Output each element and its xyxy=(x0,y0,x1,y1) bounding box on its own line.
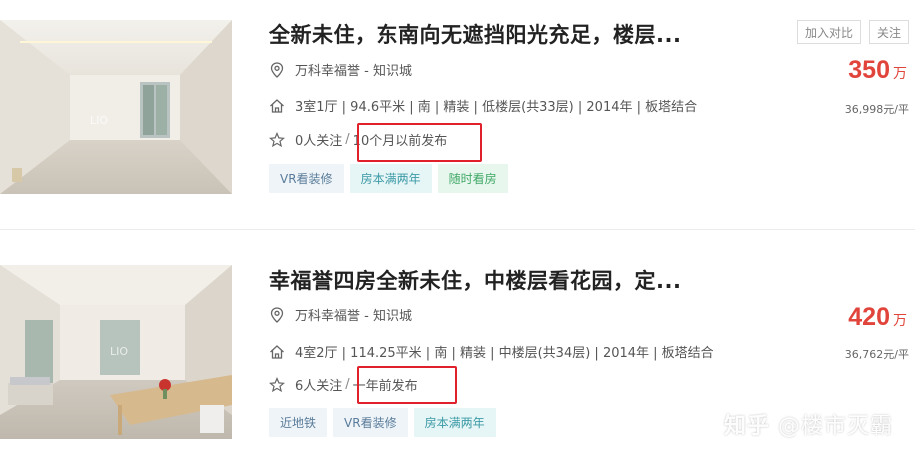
house-info-row: 3室1厅 | 94.6平米 | 南 | 精装 | 低楼层(共33层) | 201… xyxy=(269,96,697,115)
house-icon xyxy=(269,344,285,360)
svg-text:LIO: LIO xyxy=(90,114,108,127)
action-buttons: 加入对比 关注 xyxy=(796,20,909,44)
house-icon xyxy=(269,98,285,114)
community-link[interactable]: 万科幸福誉 - 知识城 xyxy=(295,305,412,324)
listing-photo-2[interactable]: LIO xyxy=(0,265,232,439)
highlight-box xyxy=(357,123,482,162)
price-value: 350 xyxy=(848,56,890,84)
unit-price: 36,998元/平 xyxy=(844,103,909,116)
price-unit: 万 xyxy=(893,313,907,329)
tag-vr: VR看装修 xyxy=(269,164,344,193)
follow-button[interactable]: 关注 xyxy=(868,20,909,44)
price-value: 420 xyxy=(848,303,890,331)
tag-tax-free: 房本满两年 xyxy=(349,164,432,193)
zhihu-logo: 知乎 xyxy=(723,414,770,439)
listing-card-1[interactable]: LIO 全新未住，东南向无遮挡阳光充足，楼层... 万科幸福誉 - 知识城 3室… xyxy=(0,0,915,225)
tag-vr: VR看装修 xyxy=(333,408,408,437)
separator: / xyxy=(345,132,350,147)
community-link[interactable]: 万科幸福誉 - 知识城 xyxy=(295,60,412,79)
follower-count: 0人关注 xyxy=(295,134,343,149)
star-icon xyxy=(269,131,285,148)
tag-tax-free: 房本满两年 xyxy=(413,408,496,437)
zhihu-watermark: 知乎 @楼市灭霸 xyxy=(724,408,893,440)
house-info-row: 4室2厅 | 114.25平米 | 南 | 精装 | 中楼层(共34层) | 2… xyxy=(269,342,714,361)
tag-near-subway: 近地铁 xyxy=(269,408,328,437)
tag-list: VR看装修 房本满两年 随时看房 xyxy=(269,164,508,193)
total-price: 420 万 xyxy=(848,303,907,332)
listing-photo-1[interactable]: LIO xyxy=(0,20,232,194)
tag-visit-anytime: 随时看房 xyxy=(437,164,508,193)
listing-title[interactable]: 幸福誉四房全新未住，中楼层看花园，定... xyxy=(269,265,681,295)
price-unit: 万 xyxy=(893,66,907,82)
listing-title[interactable]: 全新未住，东南向无遮挡阳光充足，楼层... xyxy=(269,19,681,49)
divider xyxy=(0,229,915,230)
house-info-text: 4室2厅 | 114.25平米 | 南 | 精装 | 中楼层(共34层) | 2… xyxy=(295,346,714,361)
watermark-account: @楼市灭霸 xyxy=(777,414,893,439)
separator: / xyxy=(345,377,350,392)
tag-list: 近地铁 VR看装修 房本满两年 xyxy=(269,408,496,437)
total-price: 350 万 xyxy=(848,56,907,85)
highlight-box xyxy=(357,366,457,404)
follower-count: 6人关注 xyxy=(295,379,343,394)
location-pin-icon xyxy=(269,61,285,78)
unit-price: 36,762元/平 xyxy=(844,348,909,361)
svg-text:LIO: LIO xyxy=(110,345,128,358)
star-icon xyxy=(269,376,285,393)
community-row: 万科幸福誉 - 知识城 xyxy=(269,60,412,79)
house-info-text: 3室1厅 | 94.6平米 | 南 | 精装 | 低楼层(共33层) | 201… xyxy=(295,100,698,115)
add-compare-button[interactable]: 加入对比 xyxy=(796,20,861,44)
location-pin-icon xyxy=(269,306,285,323)
community-row: 万科幸福誉 - 知识城 xyxy=(269,305,412,324)
